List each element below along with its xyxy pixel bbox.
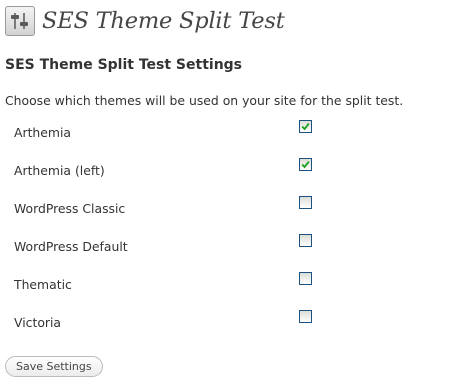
theme-label: Arthemia <box>14 125 72 140</box>
theme-row: Arthemia (left) <box>0 153 451 191</box>
theme-checkbox[interactable] <box>299 196 312 209</box>
theme-row: WordPress Classic <box>0 191 451 229</box>
settings-description: Choose which themes will be used on your… <box>5 93 404 108</box>
checkmark-icon <box>301 161 310 169</box>
theme-label: WordPress Default <box>14 239 128 254</box>
theme-row: WordPress Default <box>0 229 451 267</box>
theme-checkbox[interactable] <box>299 234 312 247</box>
theme-checkbox[interactable] <box>299 158 312 171</box>
theme-label: Thematic <box>14 277 72 292</box>
page-title: SES Theme Split Test <box>42 8 285 34</box>
theme-row: Arthemia <box>0 115 451 153</box>
theme-checkbox[interactable] <box>299 310 312 323</box>
page-header: SES Theme Split Test <box>5 5 285 37</box>
theme-row: Thematic <box>0 267 451 305</box>
settings-sliders-icon <box>5 6 35 36</box>
theme-row: Victoria <box>0 305 451 343</box>
checkmark-icon <box>301 123 310 131</box>
save-settings-button[interactable]: Save Settings <box>5 356 103 377</box>
theme-label: Arthemia (left) <box>14 163 105 178</box>
theme-label: WordPress Classic <box>14 201 126 216</box>
theme-list: Arthemia Arthemia (left) WordPress Class… <box>0 115 451 343</box>
settings-heading: SES Theme Split Test Settings <box>5 57 243 73</box>
theme-checkbox[interactable] <box>299 120 312 133</box>
theme-label: Victoria <box>14 315 62 330</box>
theme-checkbox[interactable] <box>299 272 312 285</box>
